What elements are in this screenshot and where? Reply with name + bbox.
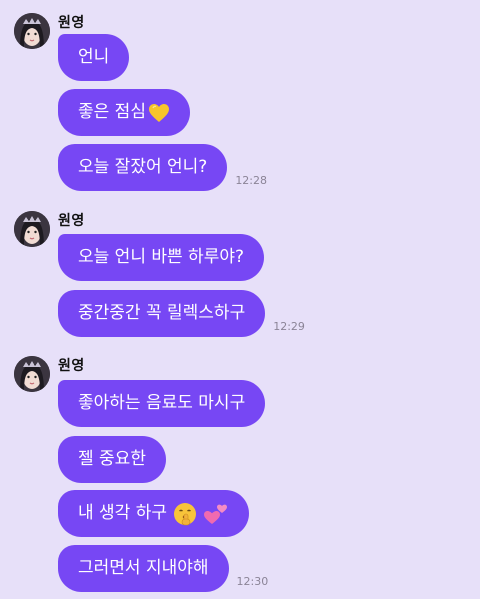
- message-bubble[interactable]: 오늘 잘잤어 언니?: [58, 144, 228, 191]
- message-row: 좋아하는 음료도 마시구: [58, 380, 266, 427]
- message-row: 젤 중요한: [58, 436, 166, 483]
- avatar[interactable]: [14, 13, 50, 49]
- timestamp: 12:28: [235, 174, 268, 187]
- message-row: 좋은 점심: [58, 89, 190, 136]
- message-row: 내 생각 하구: [58, 490, 250, 537]
- message-text: 오늘 언니 바쁜 하루야?: [78, 247, 244, 267]
- message-text: 젤 중요한: [78, 449, 146, 469]
- timestamp: 12:30: [236, 575, 269, 588]
- message-text: 언니: [78, 47, 110, 67]
- message-group: 원영 좋아하는 음료도 마시구 젤 중요한 내 생각 하구 그러면서 지내야해 …: [12, 356, 468, 599]
- shushing-face-icon: [173, 502, 197, 526]
- message-text: 오늘 잘잤어 언니?: [78, 157, 208, 177]
- two-hearts-icon: [203, 502, 229, 526]
- message-row: 오늘 잘잤어 언니? 12:28: [58, 144, 267, 191]
- avatar[interactable]: [14, 211, 50, 247]
- message-text: 좋아하는 음료도 마시구: [78, 393, 246, 413]
- message-row: 오늘 언니 바쁜 하루야?: [58, 234, 264, 281]
- timestamp: 12:29: [273, 320, 305, 333]
- message-bubble[interactable]: 젤 중요한: [58, 436, 166, 483]
- message-bubble[interactable]: 좋아하는 음료도 마시구: [58, 380, 266, 427]
- message-row: 언니: [58, 34, 130, 81]
- message-text: 내 생각 하구: [78, 503, 168, 523]
- message-bubble[interactable]: 오늘 언니 바쁜 하루야?: [58, 234, 264, 281]
- message-bubble[interactable]: 중간중간 꼭 릴렉스하구: [58, 290, 266, 337]
- message-bubble[interactable]: 좋은 점심: [58, 89, 190, 136]
- sender-name: 원영: [58, 358, 85, 374]
- message-row: 중간중간 꼭 릴렉스하구 12:29: [58, 290, 305, 337]
- message-text: 그러면서 지내야해: [78, 558, 209, 578]
- message-text: 좋은 점심: [78, 102, 146, 122]
- message-group: 원영 언니 좋은 점심 오늘 잘잤어 언니? 12:28: [12, 13, 468, 193]
- message-group: 원영 오늘 언니 바쁜 하루야? 중간중간 꼭 릴렉스하구 12:29: [12, 211, 468, 341]
- message-bubble[interactable]: 내 생각 하구: [58, 490, 250, 537]
- message-text: 중간중간 꼭 릴렉스하구: [78, 303, 246, 323]
- avatar[interactable]: [14, 356, 50, 392]
- sender-name: 원영: [58, 213, 85, 229]
- sender-name: 원영: [58, 15, 85, 31]
- yellow-heart-icon: [148, 103, 170, 123]
- message-bubble[interactable]: 그러면서 지내야해: [58, 545, 229, 592]
- message-row: 그러면서 지내야해 12:30: [58, 545, 268, 592]
- message-bubble[interactable]: 언니: [58, 34, 130, 81]
